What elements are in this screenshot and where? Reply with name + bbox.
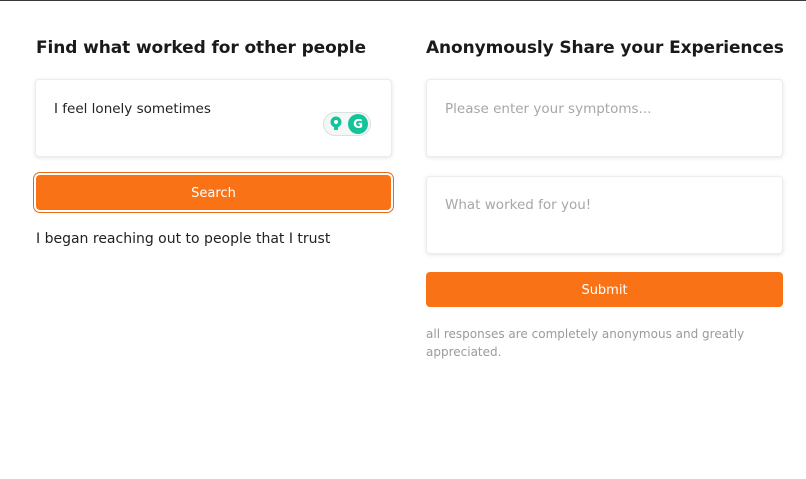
search-input[interactable]: I feel lonely sometimes G xyxy=(35,79,392,157)
anonymity-note: all responses are completely anonymous a… xyxy=(426,327,745,359)
search-input-value: I feel lonely sometimes xyxy=(54,101,211,117)
what-worked-input[interactable]: What worked for you! xyxy=(426,176,783,254)
grammarly-logo-icon[interactable]: G xyxy=(348,114,368,134)
top-border xyxy=(0,0,806,1)
symptoms-input[interactable]: Please enter your symptoms... xyxy=(426,79,783,157)
search-result-text: I began reaching out to people that I tr… xyxy=(36,231,331,247)
what-worked-placeholder: What worked for you! xyxy=(445,197,592,213)
grammarly-bulb-icon[interactable] xyxy=(328,116,344,132)
share-section-title: Anonymously Share your Experiences xyxy=(426,38,784,58)
grammarly-widget[interactable]: G xyxy=(323,112,371,136)
submit-button[interactable]: Submit xyxy=(426,272,783,307)
search-button[interactable]: Search xyxy=(36,175,391,210)
symptoms-placeholder: Please enter your symptoms... xyxy=(445,101,652,117)
search-section-title: Find what worked for other people xyxy=(36,38,366,58)
